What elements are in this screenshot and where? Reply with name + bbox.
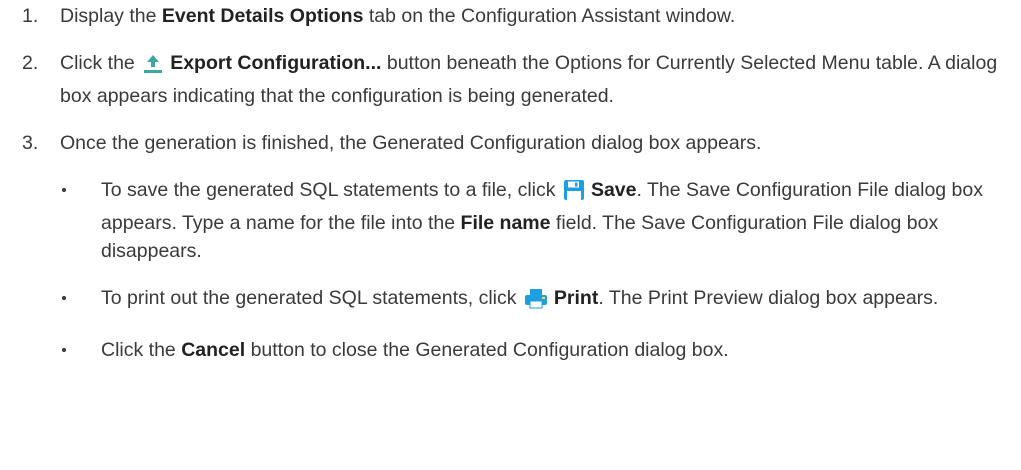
bullet-save: To save the generated SQL statements to … [56,176,1001,265]
step-text: Click the Export Configuration... button… [60,52,998,107]
step-text: Display the Event Details Options tab on… [60,5,736,27]
event-details-options-label: Event Details Options [161,5,364,27]
step-3: 3. Once the generation is finished, the … [22,129,1001,157]
bullet-dot [56,176,101,265]
export-configuration-label: Export Configuration... [170,52,382,74]
bullet-cancel: Click the Cancel button to close the Gen… [56,336,1001,364]
save-label: Save [590,179,637,201]
printer-icon [524,287,548,317]
bullet-text: To save the generated SQL statements to … [101,179,983,262]
file-name-label: File name [460,212,551,234]
step-2: 2. Click the Export Configuration... but… [22,49,1001,110]
bullet-text: To print out the generated SQL statement… [101,284,1001,317]
bullet-text: Click the Cancel button to close the Gen… [101,339,729,361]
bullet-dot [56,336,101,364]
cancel-label: Cancel [181,339,246,361]
bullet-print: To print out the generated SQL statement… [56,284,1001,317]
step-number: 3. [22,132,39,154]
print-label: Print [553,287,599,309]
step-text: Once the generation is finished, the Gen… [60,132,762,154]
instructions-page: 1. Display the Event Details Options tab… [0,0,1021,470]
bullet-dot [56,284,101,317]
step-number: 2. [22,52,39,74]
step-1: 1. Display the Event Details Options tab… [22,2,1001,30]
floppy-save-icon [563,179,585,209]
upload-arrow-icon [142,52,164,82]
step-number: 1. [22,5,39,27]
